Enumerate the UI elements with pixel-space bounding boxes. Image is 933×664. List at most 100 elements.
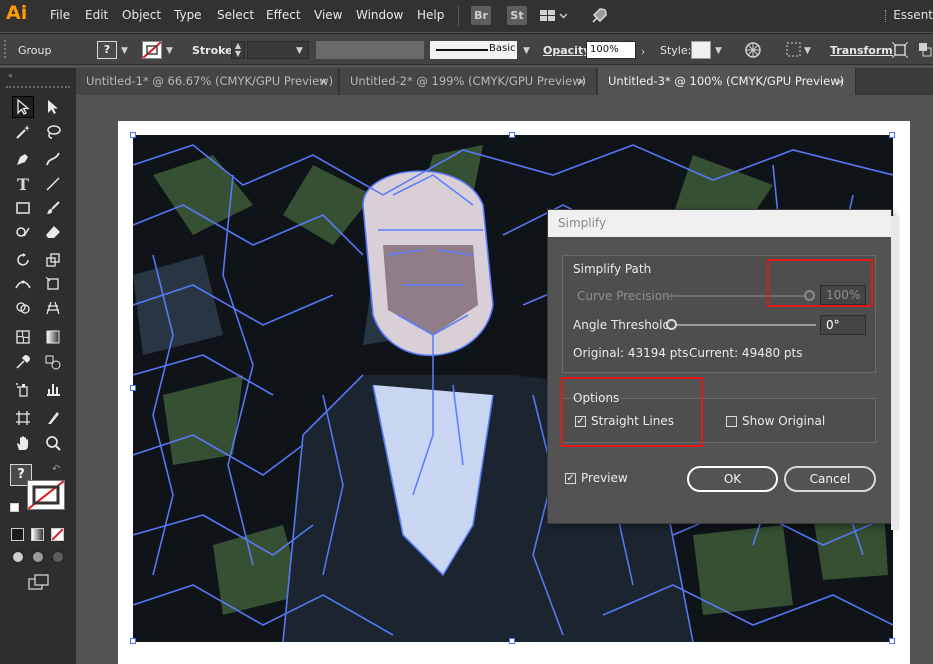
menu-object[interactable]: Object	[122, 8, 161, 22]
brush-dropdown-icon[interactable]: ▼	[523, 46, 530, 56]
shape-builder-tool-icon[interactable]	[12, 297, 34, 319]
close-icon[interactable]: ×	[319, 68, 328, 95]
none-mode-icon[interactable]	[51, 528, 64, 541]
curve-precision-highlight	[767, 259, 873, 307]
type-tool-icon[interactable]: T	[12, 173, 34, 195]
scale-tool-icon[interactable]	[42, 249, 64, 271]
bridge-button[interactable]: Br	[471, 6, 491, 25]
selection-handle[interactable]	[509, 638, 515, 644]
shaper-tool-icon[interactable]	[12, 221, 34, 243]
fill-dropdown-icon[interactable]: ▼	[121, 46, 128, 56]
menu-help[interactable]: Help	[417, 8, 444, 22]
gradient-tool-icon[interactable]	[42, 326, 64, 348]
tab-untitled-3[interactable]: Untitled-3* @ 100% (CMYK/GPU Preview) ×	[598, 68, 856, 95]
artboard-tool-icon[interactable]	[12, 407, 34, 429]
stroke-color-swatch[interactable]	[27, 480, 65, 510]
selection-handle[interactable]	[130, 385, 136, 391]
stroke-weight-dropdown-icon[interactable]: ▼	[296, 46, 303, 56]
screen-mode-icon[interactable]	[28, 574, 50, 593]
align-dropdown-icon[interactable]: ▼	[804, 46, 811, 56]
mesh-tool-icon[interactable]	[12, 326, 34, 348]
opacity-input[interactable]: 100%	[586, 41, 636, 59]
selection-handle[interactable]	[130, 132, 136, 138]
pen-tool-icon[interactable]	[12, 148, 34, 170]
ok-button[interactable]: OK	[687, 466, 778, 492]
column-graph-tool-icon[interactable]	[42, 378, 64, 400]
dialog-title[interactable]: Simplify	[548, 210, 891, 237]
swap-fill-stroke-icon[interactable]: ↶	[52, 464, 60, 475]
default-colors-icon[interactable]	[10, 503, 19, 512]
eraser-tool-icon[interactable]	[42, 221, 64, 243]
options-highlight	[561, 377, 703, 447]
draw-inside-icon[interactable]	[51, 550, 65, 564]
gradient-mode-icon[interactable]	[31, 528, 44, 541]
selection-handle[interactable]	[130, 638, 136, 644]
hand-tool-icon[interactable]	[12, 432, 34, 454]
show-original-checkbox[interactable]	[726, 416, 737, 427]
preview-checkbox[interactable]: ✓	[565, 473, 576, 484]
rotate-tool-icon[interactable]	[12, 249, 34, 271]
close-icon[interactable]: ×	[836, 68, 845, 95]
tab-untitled-1[interactable]: Untitled-1* @ 66.67% (CMYK/GPU Preview) …	[76, 68, 339, 95]
menu-type[interactable]: Type	[174, 8, 202, 22]
stock-button[interactable]: St	[507, 6, 527, 25]
stroke-dropdown-icon[interactable]: ▼	[166, 46, 173, 56]
zoom-tool-icon[interactable]	[42, 432, 64, 454]
gpu-rocket-icon[interactable]	[590, 7, 608, 28]
preview-label[interactable]: Preview	[581, 471, 628, 485]
free-transform-tool-icon[interactable]	[42, 273, 64, 295]
width-tool-icon[interactable]	[12, 273, 34, 295]
graphic-style-swatch[interactable]	[691, 41, 711, 59]
align-selection-icon[interactable]	[786, 42, 802, 61]
selection-tool-icon[interactable]	[12, 96, 34, 118]
isolate-icon[interactable]	[891, 41, 909, 61]
blend-tool-icon[interactable]	[42, 351, 64, 373]
selection-handle[interactable]	[889, 132, 895, 138]
transform-button[interactable]: Transform	[830, 44, 893, 57]
line-segment-tool-icon[interactable]	[42, 173, 64, 195]
arrange-icon[interactable]	[918, 42, 932, 61]
menu-view[interactable]: View	[314, 8, 342, 22]
menu-effect[interactable]: Effect	[266, 8, 301, 22]
rectangle-tool-icon[interactable]	[12, 197, 34, 219]
direct-selection-tool-icon[interactable]	[42, 96, 64, 118]
close-icon[interactable]: ×	[577, 68, 586, 95]
magic-wand-tool-icon[interactable]	[12, 121, 34, 143]
opacity-chevron-icon[interactable]: ›	[641, 45, 645, 58]
tab-label: Untitled-1* @ 66.67% (CMYK/GPU Preview)	[86, 74, 334, 88]
eyedropper-tool-icon[interactable]	[12, 351, 34, 373]
tab-label: Untitled-3* @ 100% (CMYK/GPU Preview)	[608, 74, 845, 88]
perspective-grid-tool-icon[interactable]	[42, 297, 64, 319]
selection-handle[interactable]	[509, 132, 515, 138]
curvature-tool-icon[interactable]	[42, 148, 64, 170]
collapse-toolbox-icon[interactable]: «	[8, 71, 13, 80]
brush-definition[interactable]: Basic	[430, 41, 517, 59]
menu-edit[interactable]: Edit	[85, 8, 108, 22]
arrange-documents-icon[interactable]	[539, 8, 568, 27]
angle-threshold-input[interactable]: 0°	[820, 315, 866, 335]
selection-handle[interactable]	[889, 638, 895, 644]
paintbrush-tool-icon[interactable]	[42, 197, 64, 219]
stroke-swatch[interactable]	[142, 41, 162, 59]
workspace-switcher[interactable]: Essent	[893, 8, 933, 22]
menu-window[interactable]: Window	[356, 8, 403, 22]
tab-untitled-2[interactable]: Untitled-2* @ 199% (CMYK/GPU Preview) ×	[340, 68, 597, 95]
current-points-text: Current: 49480 pts	[689, 346, 803, 360]
fill-swatch[interactable]: ?	[97, 41, 117, 59]
draw-normal-icon[interactable]	[11, 550, 25, 564]
variable-width-profile[interactable]	[316, 41, 424, 59]
draw-behind-icon[interactable]	[31, 550, 45, 564]
style-dropdown-icon[interactable]: ▼	[715, 46, 722, 56]
slice-tool-icon[interactable]	[42, 407, 64, 429]
cancel-button[interactable]: Cancel	[784, 466, 876, 492]
lasso-tool-icon[interactable]	[42, 121, 64, 143]
show-original-label[interactable]: Show Original	[742, 414, 825, 428]
symbol-sprayer-tool-icon[interactable]	[12, 378, 34, 400]
menu-select[interactable]: Select	[217, 8, 254, 22]
stroke-weight-stepper[interactable]: ▲ ▼	[231, 41, 245, 59]
menu-file[interactable]: File	[50, 8, 70, 22]
angle-threshold-knob[interactable]	[666, 319, 677, 330]
color-mode-icon[interactable]	[11, 528, 24, 541]
angle-threshold-slider[interactable]	[672, 324, 816, 326]
recolor-artwork-icon[interactable]	[744, 41, 762, 62]
